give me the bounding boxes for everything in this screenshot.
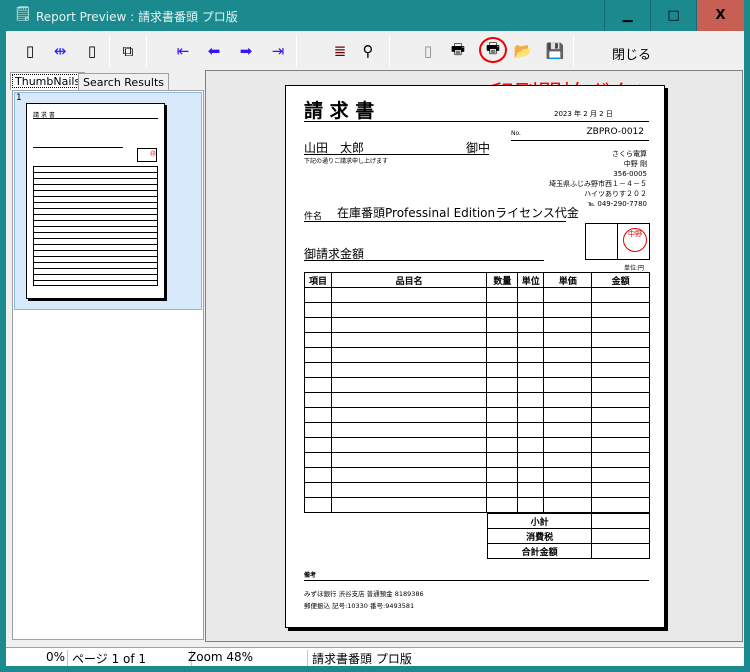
status-zoom: Zoom 48% (188, 650, 308, 666)
status-document: 請求書番頭 プロ版 (312, 652, 412, 666)
table-row (304, 482, 650, 498)
title-bar: 🗒 Report Preview : 請求書番頭 プロ版 ▁ □ X (0, 0, 750, 31)
last-page-icon[interactable]: ⇥ (266, 39, 290, 63)
table-row (304, 407, 650, 423)
print-icon[interactable]: 🖶 (479, 37, 507, 63)
summary-table: 小計 消費税 合計金額 (486, 513, 650, 559)
table-row (304, 437, 650, 453)
minimize-button[interactable]: ▁ (604, 0, 650, 31)
table-row (304, 377, 650, 393)
print-setup-icon[interactable]: 🖶 (446, 39, 470, 63)
table-row (304, 302, 650, 318)
tax-row: 消費税 (486, 528, 650, 544)
table-row (304, 317, 650, 333)
goto-page-icon[interactable]: ≣ (328, 39, 352, 63)
whole-page-icon[interactable]: ▯ (80, 39, 104, 63)
table-row (304, 467, 650, 483)
close-preview-button[interactable]: 閉じる (612, 44, 651, 63)
table-row (304, 452, 650, 468)
invoice-date: 2023 年 2 月 2 日 (554, 110, 613, 118)
status-bar: 0% ページ 1 of 1 Zoom 48% 請求書番頭 プロ版 (6, 647, 744, 666)
find-icon[interactable]: ⚲ (356, 39, 380, 63)
bank-info: みずほ銀行 渋谷支店 普通預金 8189386 郵便振込 記号:10330 番号:… (304, 590, 424, 610)
issuer-block: さくら電算 中野 剛 356-0005 埼玉県ふじみ野市西１－４－５ ハイツありす２０２… (549, 150, 647, 208)
status-page: ページ 1 of 1 (72, 650, 192, 666)
seal-stamp: 中野 (623, 228, 647, 252)
prev-page-icon[interactable]: ⬅ (202, 39, 226, 63)
copy-icon[interactable]: ▯ (416, 39, 440, 63)
table-row (304, 347, 650, 363)
table-row (304, 287, 650, 303)
fit-width-icon[interactable]: ⇹ (48, 39, 72, 63)
unit-label: 単位:円 (623, 265, 644, 272)
invoice-title: 請 求 書 (304, 100, 375, 122)
subject: 在庫番頭Professinal Editionライセンス代金 (337, 206, 579, 220)
no-label: No. (511, 130, 521, 137)
window-title: Report Preview : 請求書番頭 プロ版 (36, 10, 238, 24)
next-page-icon[interactable]: ➡ (234, 39, 258, 63)
status-progress: 0% (6, 650, 68, 666)
table-header-row: 項目 品目名 数量 単位 単価 金額 (304, 272, 650, 288)
save-icon[interactable]: 💾 (543, 39, 567, 63)
tab-thumbnails[interactable]: ThumbNails (10, 72, 86, 90)
thumbnail-page: 請 求 書 ㊞ (26, 103, 165, 299)
table-row (304, 422, 650, 438)
thumbnail-page-number: 1 (16, 93, 22, 103)
page-width-icon[interactable]: ▯ (18, 39, 42, 63)
close-button[interactable]: X (696, 0, 744, 31)
invoice-number: ZBPRO-0012 (586, 127, 644, 137)
invoice-page: 請 求 書 2023 年 2 月 2 日 No. ZBPRO-0012 山田 太… (285, 85, 665, 628)
table-row (304, 497, 650, 513)
tab-search-results[interactable]: Search Results (78, 73, 170, 91)
remarks-label: 備考 (304, 572, 317, 579)
maximize-button[interactable]: □ (650, 0, 696, 31)
multi-page-icon[interactable]: ⧉ (116, 39, 140, 63)
first-page-icon[interactable]: ⇤ (171, 39, 195, 63)
app-icon: 🗒 (14, 6, 32, 22)
invoice-note: 下記の通りご請求申し上げます (304, 158, 389, 165)
items-table: 項目 品目名 数量 単位 単価 金額 (304, 272, 650, 513)
thumbnail-panel: 1 請 求 書 ㊞ (12, 90, 204, 640)
table-row (304, 332, 650, 348)
open-icon[interactable]: 📂 (511, 39, 535, 63)
thumbnail-item[interactable]: 1 請 求 書 ㊞ (14, 92, 202, 310)
stamp-box: 中野 (585, 223, 650, 260)
table-row (304, 392, 650, 408)
subtotal-row: 小計 (486, 513, 650, 529)
total-row: 合計金額 (486, 543, 650, 559)
table-row (304, 362, 650, 378)
